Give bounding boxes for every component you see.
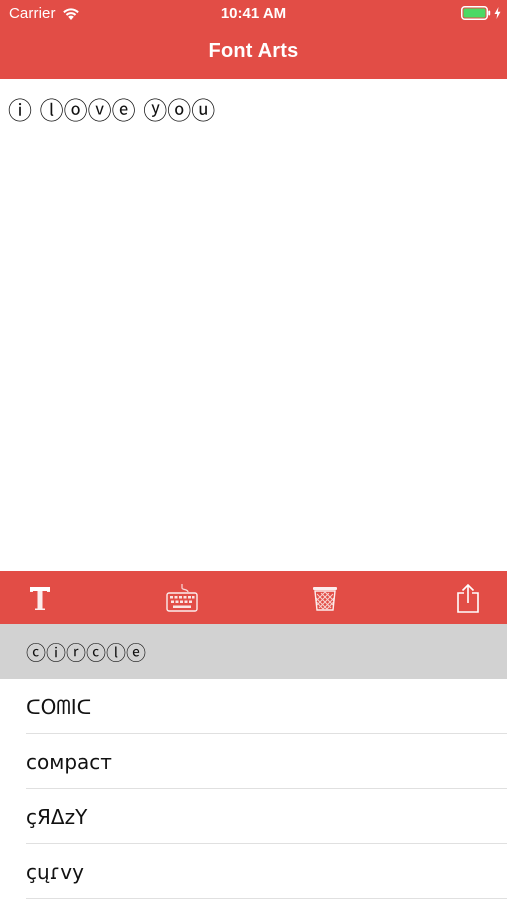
row-divider bbox=[26, 898, 507, 899]
font-option-label: ᑕOᗰIᑕ bbox=[26, 694, 92, 719]
battery-icon bbox=[461, 6, 491, 20]
font-icon bbox=[30, 587, 50, 610]
charging-bolt-icon bbox=[494, 7, 501, 19]
font-option-circle[interactable]: ⓒⓘⓡⓒⓛⓔ bbox=[0, 624, 507, 679]
page-title: Font Arts bbox=[208, 40, 299, 62]
font-option-label: çųɾvy bbox=[26, 859, 84, 884]
battery-indicator bbox=[461, 6, 501, 20]
status-bar: Carrier 10:41 AM bbox=[0, 0, 507, 28]
font-style-button[interactable] bbox=[20, 579, 60, 617]
clear-button[interactable] bbox=[305, 579, 345, 617]
font-option-compact[interactable]: сомраст bbox=[0, 734, 507, 789]
keyboard-icon bbox=[166, 584, 198, 612]
font-option-crazy[interactable]: çЯΔzΥ bbox=[0, 789, 507, 844]
keyboard-button[interactable] bbox=[162, 579, 202, 617]
font-style-list: ⓒⓘⓡⓒⓛⓔ ᑕOᗰIᑕ сомраст çЯΔzΥ çųɾvy bbox=[0, 624, 507, 900]
trash-icon bbox=[313, 587, 337, 611]
font-option-label: сомраст bbox=[26, 749, 112, 774]
share-icon bbox=[457, 583, 479, 613]
editor-text[interactable]: ⓘ ⓛⓞⓥⓔ ⓨⓞⓤ bbox=[8, 91, 215, 126]
font-option-label: ⓒⓘⓡⓒⓛⓔ bbox=[26, 641, 146, 665]
toolbar bbox=[0, 571, 507, 624]
font-option-comic[interactable]: ᑕOᗰIᑕ bbox=[0, 679, 507, 734]
text-editor[interactable]: ⓘ ⓛⓞⓥⓔ ⓨⓞⓤ bbox=[0, 79, 507, 571]
font-option-label: çЯΔzΥ bbox=[26, 804, 88, 829]
header-bar: Carrier 10:41 AM Font Arts bbox=[0, 0, 507, 79]
share-button[interactable] bbox=[448, 579, 488, 617]
font-option-curvy[interactable]: çųɾvy bbox=[0, 844, 507, 899]
status-time: 10:41 AM bbox=[220, 5, 287, 22]
